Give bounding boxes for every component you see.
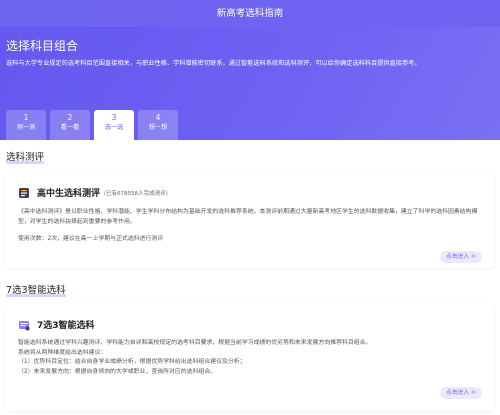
card-description: 《高中选科测评》是以职业性格、学科潜能、学生学科分布结构为基础开发的选科推荐系统… xyxy=(18,209,478,225)
enter-assessment-button[interactable]: 点击进入 > xyxy=(440,251,482,263)
section-title-assessment: 选科测评 xyxy=(6,149,45,164)
tab-step-2[interactable]: 2 看一看 xyxy=(50,110,90,140)
card-title: 7选3智能选科 xyxy=(37,321,95,331)
smart-select-card: 7选3智能选科 智能选科系统通过学科兴趣测评、学科能力自评和高校规定的选考科目要… xyxy=(6,303,494,411)
tab-number: 2 xyxy=(67,113,73,122)
tab-step-1[interactable]: 1 测一测 xyxy=(6,110,46,140)
description-line: （2）未来发展方向：根据自身倾向的大学或职业，查询所对应的选科组合。 xyxy=(18,368,217,375)
tab-number: 3 xyxy=(111,113,117,122)
enter-smart-select-button[interactable]: 点击进入 > xyxy=(440,387,482,399)
tab-label: 测一测 xyxy=(16,124,36,131)
step-tabs: 1 测一测 2 看一看 3 选一选 4 想一想 xyxy=(6,110,178,140)
app-title-bar: 新高考选科指南 xyxy=(0,0,500,27)
test-icon xyxy=(18,187,30,199)
card-header: 高中生选科测评 (已有678558人完成测评) xyxy=(18,186,168,199)
section-title-smart-select: 7选3智能选科 xyxy=(6,282,66,297)
tab-number: 1 xyxy=(23,113,29,122)
tab-label: 选一选 xyxy=(104,124,124,131)
tab-step-3[interactable]: 3 选一选 xyxy=(94,110,134,140)
card-header: 7选3智能选科 xyxy=(18,318,95,331)
tab-number: 4 xyxy=(155,113,161,122)
smart-select-icon xyxy=(18,319,30,331)
description-line: （1）优势科目定位：结合自身学业成绩分析，根据优势学科给出选科组合建议及分析； xyxy=(18,359,246,365)
card-description: 智能选科系统通过学科兴趣测评、学科能力自评和高校规定的选考科目要求，根据当前学习… xyxy=(18,339,488,377)
card-title: 高中生选科测评 xyxy=(37,189,101,199)
tab-label: 看一看 xyxy=(60,124,80,131)
description-line: 智能选科系统通过学科兴趣测评、学科能力自评和高校规定的选考科目要求，根据当前学习… xyxy=(18,340,372,346)
section-smart-select: 7选3智能选科 7选3智能选科 智能选科系统通过学科兴趣测评、学科能力自评和高校… xyxy=(0,273,500,415)
completion-count: (已有678558人完成测评) xyxy=(104,190,168,197)
hero-description: 选科与大学专业规定的选考科目范围直接相关，与职业性格、学科潜能密切联系，通过智能… xyxy=(6,60,421,67)
page-title: 选择科目组合 xyxy=(6,39,79,53)
assessment-card: 高中生选科测评 (已有678558人完成测评) 《高中选科测评》是以职业性格、学… xyxy=(6,172,494,268)
usage-note: 使用次数：2次，建议在高一上学期与正式选科进行测评 xyxy=(18,236,164,242)
app-title: 新高考选科指南 xyxy=(216,8,284,19)
tab-label: 想一想 xyxy=(148,124,168,131)
description-line: 系统将从两种维度给出选科建议： xyxy=(18,349,107,356)
section-title-text: 7选3智能选科 xyxy=(6,285,66,296)
section-title-text: 选科测评 xyxy=(6,152,45,163)
section-assessment: 选科测评 高中生选科测评 (已有678558人完成测评) 《高中选科测评》是以职… xyxy=(0,140,500,273)
tab-step-4[interactable]: 4 想一想 xyxy=(138,110,178,140)
